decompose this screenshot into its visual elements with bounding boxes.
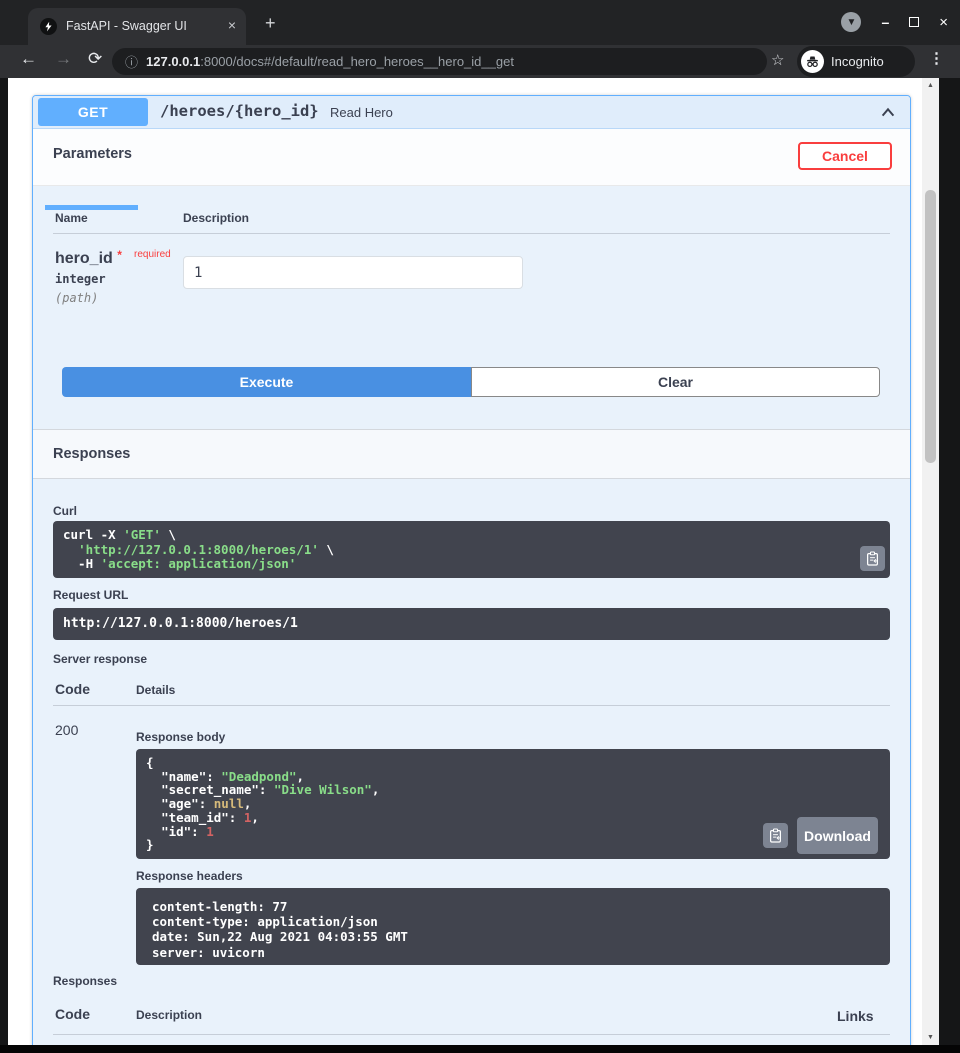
page-info-icon[interactable]: ⓘ xyxy=(125,52,138,71)
col-code-header: Code xyxy=(55,681,90,697)
close-window-button[interactable]: × xyxy=(939,14,948,31)
operation-tab-row: Parameters Cancel xyxy=(33,129,910,186)
forward-button[interactable]: → xyxy=(55,49,72,69)
method-badge: GET xyxy=(38,98,148,126)
minimize-button[interactable]: – xyxy=(881,17,889,27)
opblock-summary[interactable]: GET /heroes/{hero_id} Read Hero xyxy=(33,96,910,129)
swagger-page: GET /heroes/{hero_id} Read Hero Paramete… xyxy=(8,78,922,1045)
download-button[interactable]: Download xyxy=(797,817,878,854)
execute-row: Execute Clear xyxy=(62,367,880,397)
param-location: (path) xyxy=(55,291,98,305)
incognito-badge: Incognito xyxy=(797,46,915,77)
address-bar[interactable]: ⓘ 127.0.0.1:8000/docs#/default/read_hero… xyxy=(112,48,767,75)
server-response-label: Server response xyxy=(53,652,147,666)
tab-close-icon[interactable]: × xyxy=(228,17,236,33)
url-path: :8000/docs#/default/read_hero_heroes__he… xyxy=(200,54,514,69)
status-code: 200 xyxy=(55,722,78,738)
table-divider xyxy=(53,1034,890,1035)
copy-response-button[interactable] xyxy=(763,823,788,848)
scrollbar-down-icon[interactable]: ▼ xyxy=(922,1034,939,1041)
incognito-icon xyxy=(801,50,824,73)
request-url-value: http://127.0.0.1:8000/heroes/1 xyxy=(53,608,890,640)
table-divider xyxy=(53,233,890,234)
col-details-header: Details xyxy=(136,683,175,697)
curl-label: Curl xyxy=(53,504,77,518)
browser-toolbar: ← → ⟳ ⓘ 127.0.0.1:8000/docs#/default/rea… xyxy=(0,45,960,78)
endpoint-summary: Read Hero xyxy=(330,105,393,120)
tab-parameters[interactable]: Parameters xyxy=(53,146,132,162)
cancel-button[interactable]: Cancel xyxy=(798,142,892,170)
doc-col-description-header: Description xyxy=(136,1008,202,1022)
required-star: * xyxy=(117,248,122,262)
browser-tab[interactable]: FastAPI - Swagger UI × xyxy=(28,8,246,45)
documented-responses-title: Responses xyxy=(53,974,117,988)
back-button[interactable]: ← xyxy=(20,49,37,69)
incognito-label: Incognito xyxy=(831,54,884,69)
hero-id-input[interactable] xyxy=(183,256,523,289)
response-body-label: Response body xyxy=(136,730,225,744)
active-tab-underline xyxy=(45,205,138,210)
endpoint-path: /heroes/{hero_id} xyxy=(160,102,319,120)
page-scrollbar[interactable]: ▲ ▼ xyxy=(922,78,939,1045)
fastapi-favicon-icon xyxy=(40,18,57,35)
maximize-button[interactable] xyxy=(909,17,919,27)
opblock-get-heroes: GET /heroes/{hero_id} Read Hero Paramete… xyxy=(32,95,911,1045)
copy-curl-button[interactable] xyxy=(860,546,885,571)
table-divider xyxy=(53,705,890,706)
clear-button[interactable]: Clear xyxy=(471,367,880,397)
scrollbar-thumb[interactable] xyxy=(925,190,936,463)
reload-button[interactable]: ⟳ xyxy=(88,49,102,69)
response-headers-block: content-length: 77content-type: applicat… xyxy=(136,888,890,965)
browser-menu-icon[interactable]: ⋮ xyxy=(929,49,944,67)
response-headers-label: Response headers xyxy=(136,869,243,883)
execute-button[interactable]: Execute xyxy=(62,367,471,397)
tab-title: FastAPI - Swagger UI xyxy=(66,19,187,33)
responses-title: Responses xyxy=(53,446,130,462)
curl-code-block: curl -X 'GET' \ 'http://127.0.0.1:8000/h… xyxy=(53,521,890,578)
param-type: integer xyxy=(55,272,106,286)
window-bottom-edge xyxy=(0,1045,960,1053)
param-name: hero_id * xyxy=(55,248,122,268)
request-url-label: Request URL xyxy=(53,588,128,602)
doc-col-code-header: Code xyxy=(55,1006,90,1022)
tab-strip: FastAPI - Swagger UI × + ▼ – × xyxy=(0,0,960,45)
browser-update-icon[interactable]: ▼ xyxy=(841,12,861,32)
bookmark-star-icon[interactable]: ☆ xyxy=(771,51,784,69)
window-controls: ▼ – × xyxy=(841,12,948,32)
scrollbar-up-icon[interactable]: ▲ xyxy=(922,82,939,89)
new-tab-button[interactable]: + xyxy=(265,13,276,34)
url-host: 127.0.0.1 xyxy=(146,54,200,69)
col-description-header: Description xyxy=(183,211,249,225)
required-label: required xyxy=(134,249,171,260)
doc-col-links-header: Links xyxy=(837,1008,874,1024)
col-name-header: Name xyxy=(55,211,88,225)
collapse-chevron-icon[interactable] xyxy=(879,104,897,125)
responses-section-header: Responses xyxy=(33,429,910,479)
